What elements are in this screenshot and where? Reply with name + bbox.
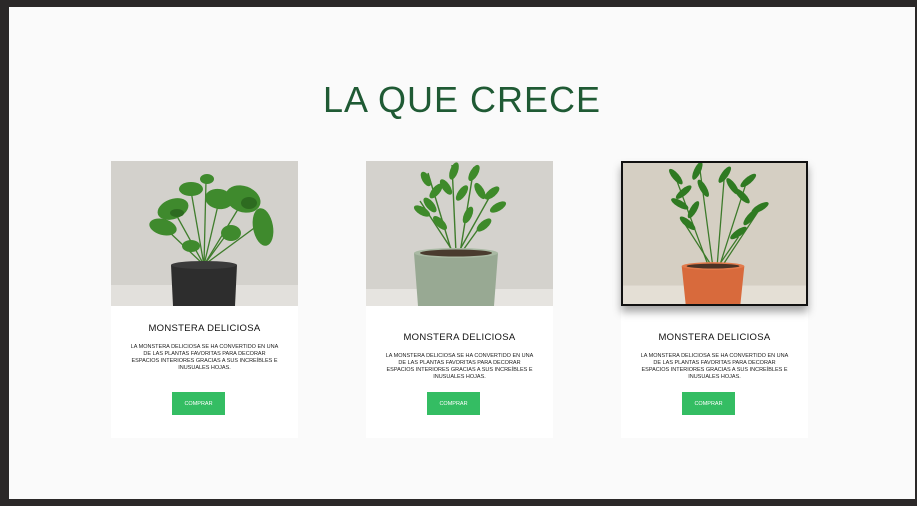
product-title: MONSTERA DELICIOSA (148, 323, 261, 334)
product-title: MONSTERA DELICIOSA (658, 332, 771, 343)
product-image-monstera[interactable] (111, 161, 298, 306)
product-image-zz-plant[interactable] (366, 161, 553, 306)
product-image-zz-plant-terracotta[interactable] (621, 161, 808, 306)
buy-button[interactable]: COMPRAR (682, 392, 735, 415)
product-card: MONSTERA DELICIOSA LA MONSTERA DELICIOSA… (111, 161, 298, 438)
page-title: LA QUE CRECE (322, 79, 602, 120)
product-card: MONSTERA DELICIOSA LA MONSTERA DELICIOSA… (366, 161, 553, 438)
product-description: LA MONSTERA DELICIOSA SE HA CONVERTIDO E… (385, 353, 534, 380)
buy-button[interactable]: COMPRAR (172, 392, 225, 415)
artboard: LA QUE CRECE MONSTERA DELICIOSA LA MONST… (9, 7, 915, 499)
product-description: LA MONSTERA DELICIOSA SE HA CONVERTIDO E… (130, 344, 279, 371)
product-description: LA MONSTERA DELICIOSA SE HA CONVERTIDO E… (640, 353, 789, 380)
product-card-selected: MONSTERA DELICIOSA LA MONSTERA DELICIOSA… (621, 161, 808, 438)
product-title: MONSTERA DELICIOSA (403, 332, 516, 343)
buy-button[interactable]: COMPRAR (427, 392, 480, 415)
